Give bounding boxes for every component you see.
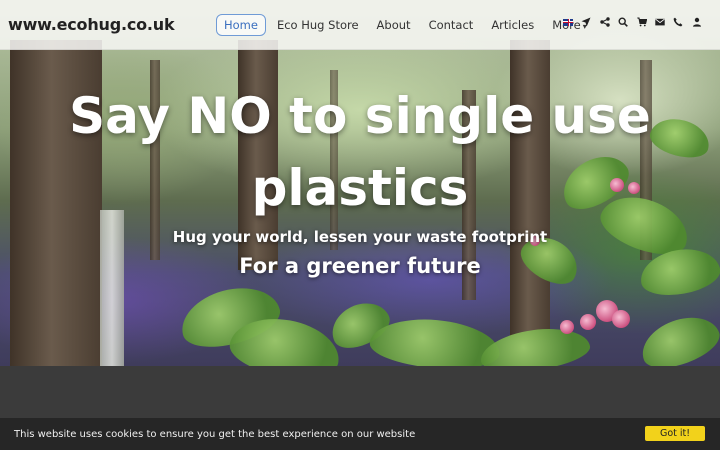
cookie-message: This website uses cookies to ensure you … bbox=[14, 429, 416, 440]
main-nav: Home Eco Hug Store About Contact Article… bbox=[216, 14, 598, 36]
blossom bbox=[612, 310, 630, 328]
nav-item-about[interactable]: About bbox=[370, 15, 418, 35]
hero-title-line-2: plastics bbox=[251, 159, 469, 217]
hero-tagline: For a greener future bbox=[239, 254, 481, 278]
top-navbar: www.ecohug.co.uk Home Eco Hug Store Abou… bbox=[0, 0, 720, 50]
cart-icon[interactable] bbox=[636, 17, 647, 27]
hero-subtitle: Hug your world, lessen your waste footpr… bbox=[172, 228, 548, 246]
user-icon[interactable] bbox=[692, 17, 702, 27]
location-arrow-icon[interactable] bbox=[581, 17, 591, 27]
nav-item-eco-hug-store[interactable]: Eco Hug Store bbox=[270, 15, 366, 35]
cookie-accept-button[interactable]: Got it! bbox=[645, 426, 705, 441]
share-icon[interactable] bbox=[600, 17, 610, 27]
search-icon[interactable] bbox=[618, 17, 629, 27]
uk-flag-icon[interactable] bbox=[563, 17, 573, 27]
blossom bbox=[580, 314, 596, 330]
site-brand-link[interactable]: www.ecohug.co.uk bbox=[8, 15, 175, 34]
envelope-icon[interactable] bbox=[655, 17, 665, 27]
nav-item-contact[interactable]: Contact bbox=[422, 15, 481, 35]
blossom bbox=[560, 320, 574, 334]
nav-icon-bar bbox=[563, 17, 710, 27]
leaf bbox=[477, 322, 593, 366]
nav-item-articles[interactable]: Articles bbox=[484, 15, 541, 35]
hero-title-line-1: Say NO to single use bbox=[69, 87, 651, 145]
phone-icon[interactable] bbox=[673, 17, 683, 27]
nav-item-home[interactable]: Home bbox=[216, 14, 266, 36]
leaf bbox=[634, 307, 720, 366]
dark-content-section bbox=[0, 366, 720, 418]
hero-title: Say NO to single use plastics bbox=[0, 80, 720, 224]
cookie-consent-bar: This website uses cookies to ensure you … bbox=[0, 418, 720, 450]
